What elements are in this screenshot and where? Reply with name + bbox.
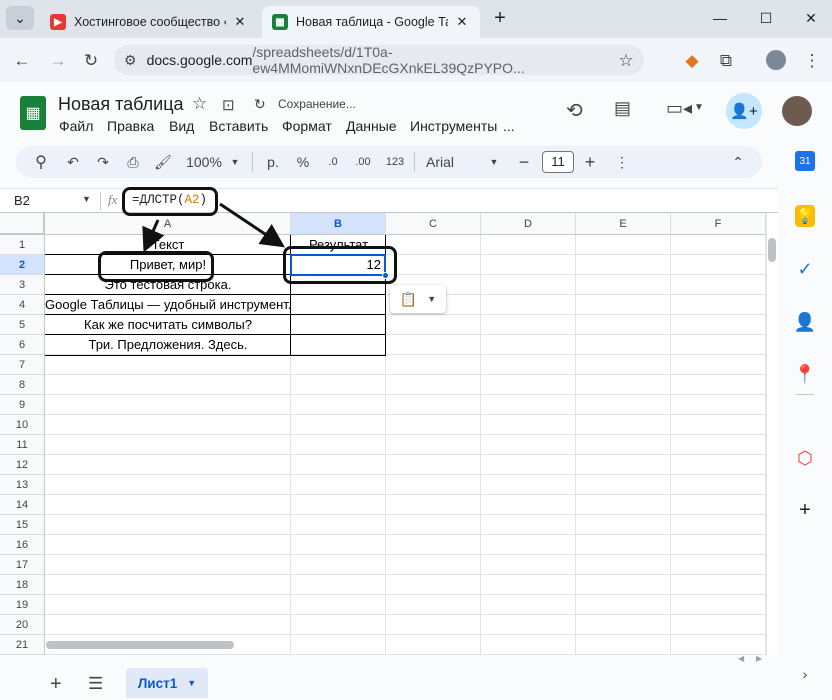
callout-arrows <box>142 202 285 253</box>
arrow-to-source <box>142 219 165 253</box>
arrow-to-result <box>219 202 285 248</box>
